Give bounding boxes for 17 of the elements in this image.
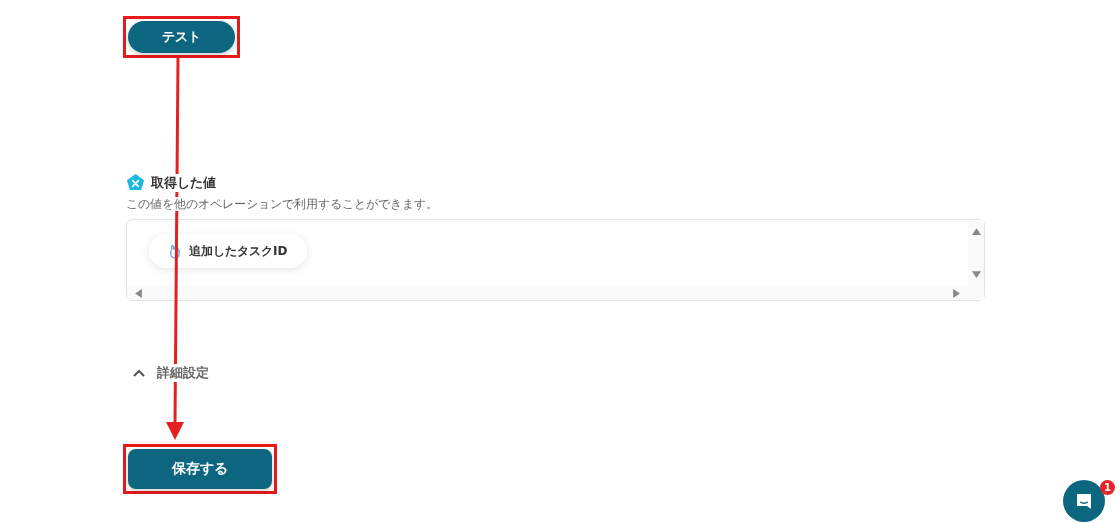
test-button[interactable]: テスト: [128, 21, 235, 53]
save-button[interactable]: 保存する: [128, 449, 272, 489]
scroll-up-icon[interactable]: [971, 228, 981, 235]
scroll-left-icon[interactable]: [135, 288, 142, 298]
hand-icon: [169, 243, 180, 259]
chat-icon: [1075, 492, 1093, 510]
chat-button[interactable]: [1063, 480, 1105, 522]
advanced-settings-toggle[interactable]: 詳細設定: [123, 364, 985, 382]
chevron-up-icon: [133, 369, 145, 377]
section-title: 取得した値: [151, 173, 216, 192]
scroll-down-icon[interactable]: [971, 271, 981, 278]
pentagon-icon: [126, 173, 145, 192]
notification-badge: 1: [1100, 480, 1115, 495]
value-chip[interactable]: 追加したタスクID: [149, 234, 308, 268]
scrollbar[interactable]: [968, 220, 984, 300]
scrollbar[interactable]: [127, 286, 968, 300]
scroll-right-icon[interactable]: [953, 288, 960, 298]
